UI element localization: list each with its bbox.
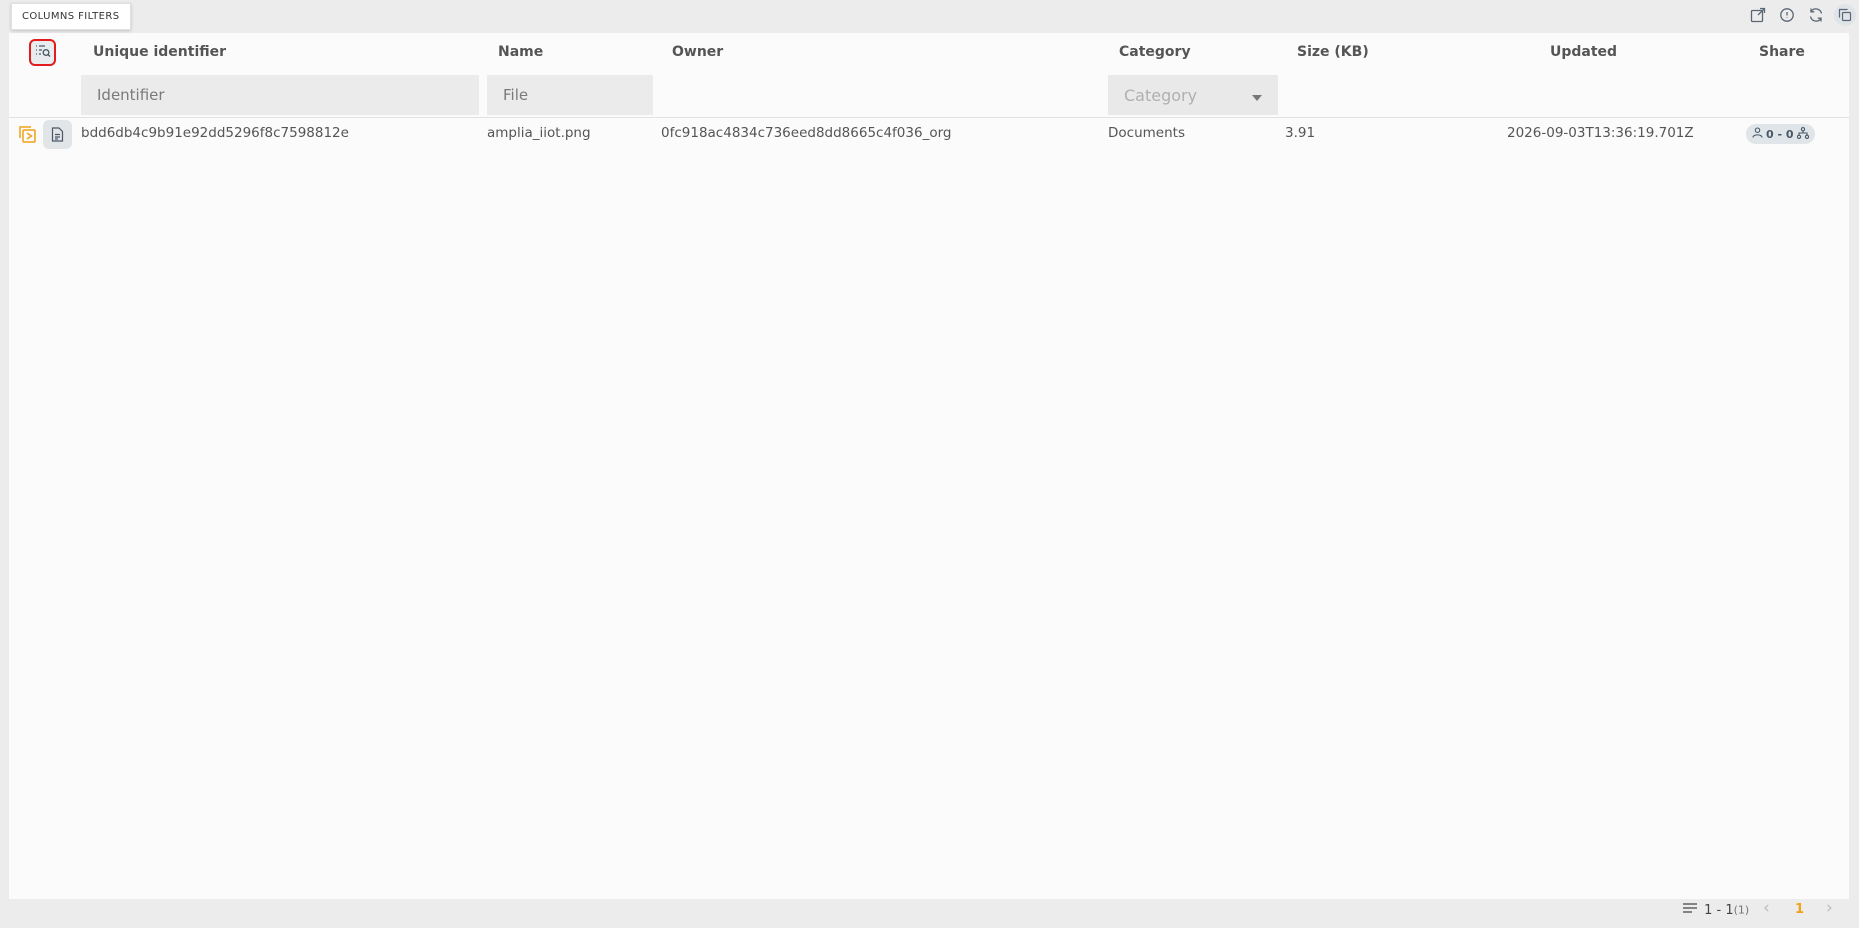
next-page-button[interactable]: › — [1826, 898, 1833, 918]
page-number[interactable]: 1 — [1795, 902, 1804, 920]
list-search-icon — [35, 43, 51, 62]
pagination-total: (1) — [1733, 903, 1750, 917]
user-icon — [1752, 127, 1763, 141]
cell-owner: 0fc918ac4834c736eed8dd8665c4f036_org — [661, 125, 952, 141]
columns-filter-button[interactable] — [29, 39, 56, 66]
refresh-icon[interactable] — [1805, 4, 1827, 26]
pagination-summary: 1 - 1(1) — [1682, 902, 1749, 920]
copy-icon[interactable] — [1834, 4, 1856, 26]
cell-updated: 2026-09-03T13:36:19.701Z — [1507, 125, 1694, 141]
header-divider — [9, 117, 1849, 118]
document-icon[interactable] — [43, 120, 72, 149]
export-icon[interactable] — [1747, 4, 1769, 26]
category-filter-select[interactable]: Category — [1108, 75, 1278, 115]
tooltip: COLUMNS FILTERS — [11, 3, 131, 30]
org-tree-icon — [1796, 126, 1809, 142]
prev-page-button[interactable]: ‹ — [1763, 898, 1770, 918]
cell-name: amplia_iiot.png — [487, 125, 591, 141]
pagination-range: 1 - 1 — [1704, 902, 1734, 918]
share-count: 0 - 0 — [1766, 127, 1794, 141]
share-badge[interactable]: 0 - 0 — [1746, 124, 1815, 144]
copy-id-icon[interactable] — [17, 124, 37, 144]
name-filter-input[interactable] — [487, 75, 653, 115]
header-owner[interactable]: Owner — [672, 44, 723, 60]
header-updated[interactable]: Updated — [1550, 44, 1617, 60]
cell-category: Documents — [1108, 125, 1185, 141]
header-category[interactable]: Category — [1119, 44, 1191, 60]
header-identifier[interactable]: Unique identifier — [93, 44, 226, 60]
caret-down-icon — [1252, 86, 1262, 105]
info-icon[interactable] — [1776, 4, 1798, 26]
cell-size: 3.91 — [1285, 125, 1316, 141]
header-size[interactable]: Size (KB) — [1297, 44, 1369, 60]
lines-icon — [1682, 902, 1698, 918]
header-share: Share — [1759, 44, 1805, 60]
header-name[interactable]: Name — [498, 44, 543, 60]
identifier-filter-input[interactable] — [81, 75, 479, 115]
cell-identifier: bdd6db4c9b91e92dd5296f8c7598812e — [81, 125, 349, 141]
table-panel — [9, 33, 1849, 899]
category-select-placeholder: Category — [1124, 85, 1198, 105]
